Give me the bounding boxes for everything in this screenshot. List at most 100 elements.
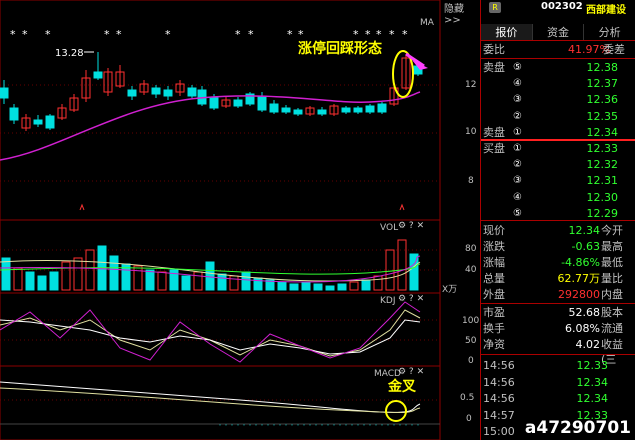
quote-row: 涨跌 -0.63 最高 — [481, 239, 635, 254]
order-price: 12.33 — [586, 142, 619, 155]
macd-dif — [0, 381, 421, 413]
weidiff-label: 委差 — [603, 43, 625, 56]
kline-chart-area[interactable]: * * * * * * * * * * * * * * * 隐藏>> MA 13.28 12 10 8 VO… — [0, 0, 480, 440]
order-price: 12.35 — [586, 109, 619, 123]
candle-body — [365, 105, 375, 113]
fundamental-value: 6.08% — [565, 322, 600, 335]
volume-bar — [277, 281, 287, 291]
watermark: a47290701 — [524, 418, 631, 438]
buy-order-row[interactable]: ② 12.32 — [481, 157, 635, 172]
candle-body — [9, 107, 19, 121]
price-tick-10: 10 — [465, 127, 477, 137]
sell-order-row[interactable]: 卖盘 ⑤ 12.38 — [481, 60, 635, 75]
order-price: 12.34 — [586, 125, 619, 139]
order-level-icon: ① — [513, 143, 522, 154]
volume-bar — [73, 257, 83, 291]
quote-tail-label: 最低 — [601, 256, 623, 269]
quote-tail-label: 最高 — [601, 240, 623, 253]
volume-bar — [13, 267, 23, 291]
candle-body — [341, 107, 351, 113]
sell-order-row[interactable]: ④ 12.37 — [481, 76, 635, 91]
candle-body — [93, 71, 103, 79]
quote-row: 外盘 292800 内盘 — [481, 287, 635, 302]
buy-order-row[interactable]: ⑤ 12.29 — [481, 206, 635, 221]
volume-bar — [301, 281, 311, 291]
quote-label: 涨跌 — [483, 240, 505, 253]
order-price: 12.38 — [586, 61, 619, 74]
event-star-icon: * — [22, 28, 28, 41]
vol-label: VOL — [380, 223, 399, 233]
order-price: 12.29 — [586, 206, 619, 220]
kdj-tick-100: 100 — [462, 316, 480, 326]
volume-bar — [397, 239, 407, 291]
vol-tick-80: 80 — [465, 244, 477, 254]
tab-analysis[interactable]: 分析 — [584, 24, 635, 40]
quote-row: 总量 62.77万 量比 — [481, 271, 635, 286]
volume-bar — [361, 279, 371, 291]
event-marker — [399, 203, 405, 211]
candle-body — [187, 87, 197, 97]
order-level-icon: ⑤ — [513, 62, 522, 73]
volume-bar — [325, 285, 335, 291]
buy-order-row[interactable]: ④ 12.30 — [481, 190, 635, 205]
candle-body — [33, 119, 43, 125]
quote-value: 12.34 — [568, 224, 601, 237]
volume-bar — [49, 271, 59, 291]
order-side-label: 买盘 — [483, 142, 505, 155]
tab-quote[interactable]: 报价 — [481, 24, 533, 40]
volume-bar — [373, 275, 383, 291]
tick-price: 12.34 — [576, 375, 609, 389]
event-star-icon: * — [402, 28, 408, 41]
volume-bar — [229, 275, 239, 291]
event-star-icon: * — [104, 28, 110, 41]
fundamental-value: 4.02 — [575, 338, 601, 351]
volume-bar — [217, 273, 227, 291]
tick-time: 14:57 — [483, 408, 515, 422]
quote-tail-label: 内盘 — [601, 288, 623, 301]
volume-bar — [313, 283, 323, 291]
volume-bar — [349, 281, 359, 291]
fundamental-tail-label: 流通 — [601, 322, 623, 335]
order-level-icon: ② — [513, 110, 522, 122]
order-level-icon: ⑤ — [513, 207, 522, 219]
event-star-icon: * — [116, 28, 122, 41]
panel-border — [0, 292, 441, 367]
quote-value: -0.63 — [571, 240, 600, 253]
volume-bar — [205, 261, 215, 291]
buy-order-row[interactable]: 买盘 ① 12.33 — [481, 141, 635, 156]
volume-bar — [193, 271, 203, 291]
quote-value: 292800 — [558, 288, 600, 301]
kdj-tick-0: 0 — [468, 356, 474, 366]
volume-bar — [157, 271, 167, 291]
sell-order-row[interactable]: ③ 12.36 — [481, 92, 635, 107]
quote-panel: R 002302 西部建设 报价 资金 分析 委比 41.97% 委差 卖盘 ⑤ 1… — [480, 0, 635, 440]
order-level-icon: ③ — [513, 94, 522, 106]
ma-label: MA — [420, 18, 434, 28]
tab-funds[interactable]: 资金 — [533, 24, 585, 40]
candle-body — [257, 95, 267, 111]
candle-body — [377, 103, 387, 113]
sell-order-row[interactable]: 卖盘 ① 12.34 — [481, 125, 635, 140]
volume-bar — [25, 271, 35, 291]
order-price: 12.37 — [586, 77, 619, 91]
kdj-tick-50: 50 — [465, 336, 477, 346]
order-level-icon: ③ — [513, 175, 522, 187]
weibi-row: 委比 41.97% 委差 — [481, 42, 635, 57]
fundamental-label: 净资 — [483, 338, 505, 351]
vol-settings-icon[interactable]: ⚙ ? ✕ — [398, 221, 424, 231]
tick-time: 14:56 — [483, 375, 515, 389]
quote-row: 现价 12.34 今开 — [481, 223, 635, 238]
fundamental-value: 52.68 — [568, 306, 601, 319]
stock-name: 西部建设 — [586, 5, 626, 16]
quote-label: 外盘 — [483, 288, 505, 301]
price-tick-12: 12 — [465, 80, 477, 90]
kdj-settings-icon[interactable]: ⚙ ? ✕ — [398, 294, 424, 304]
candle-body — [0, 87, 9, 99]
hide-panel-button[interactable]: 隐藏>> — [444, 0, 480, 26]
quote-value: 62.77万 — [557, 272, 601, 285]
macd-tick-0: 0 — [466, 414, 472, 424]
buy-order-row[interactable]: ③ 12.31 — [481, 173, 635, 188]
fundamental-tail-label: 股本 — [601, 306, 623, 319]
sell-order-row[interactable]: ② 12.35 — [481, 109, 635, 124]
tick-row: 14:56 12.34 — [481, 391, 635, 406]
